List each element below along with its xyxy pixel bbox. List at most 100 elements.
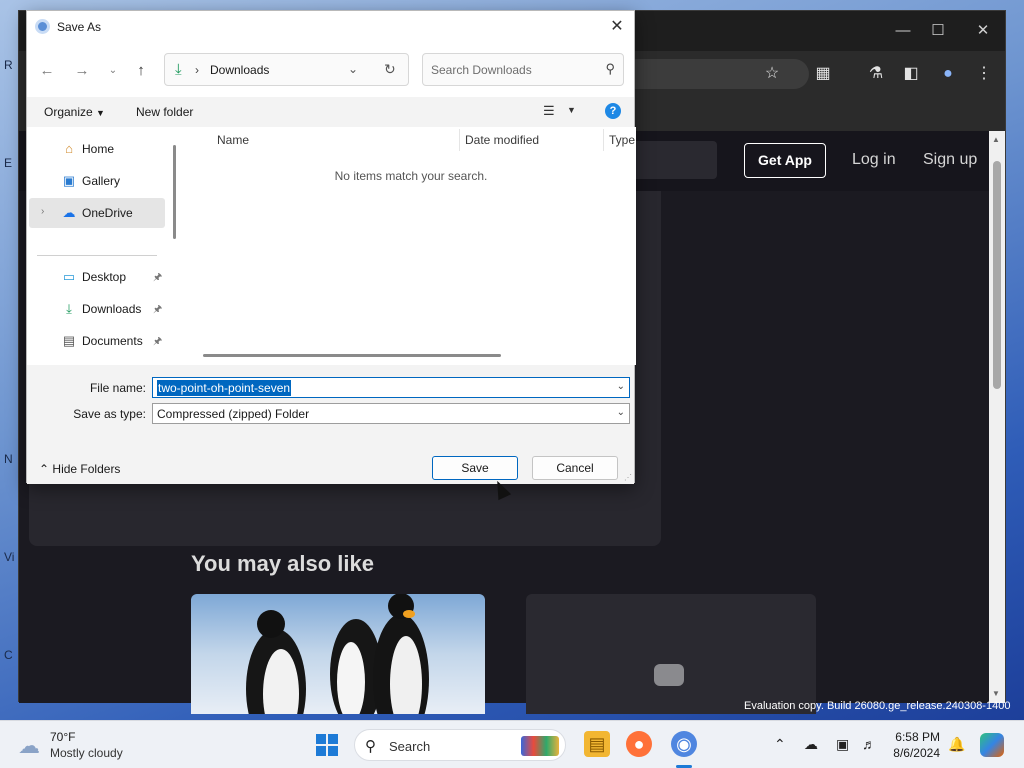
chevron-down-icon[interactable]: ⌄ [348,62,358,76]
pin-icon: 🖈 [153,304,163,315]
nav-item-label: Home [82,142,115,156]
save-form: File name: two-point-oh-point-seven ⌄ Sa… [27,365,634,484]
side-panel-icon[interactable]: ◧ [900,63,922,85]
minimize-icon[interactable]: — [891,19,915,43]
desktop-icon-label: E [4,156,13,170]
nav-item-label: Gallery [82,174,121,188]
search-placeholder: Search Downloads [431,63,532,77]
chevron-down-icon[interactable]: ⌄ [617,407,625,418]
pin-icon: 🖈 [153,272,163,283]
onedrive-tray-icon[interactable]: ☁ [804,736,818,753]
get-app-button[interactable]: Get App [744,143,826,178]
chevron-up-icon: ⌃ [39,462,50,476]
view-options-icon[interactable]: ☰ [543,103,555,119]
network-icon[interactable]: ▣ [836,736,849,753]
nav-item-label: Downloads [82,302,142,316]
file-name-label: File name: [89,381,146,395]
help-icon[interactable]: ? [605,103,621,119]
save-button[interactable]: Save [432,456,518,480]
maximize-icon[interactable]: ☐ [926,19,950,43]
address-location[interactable]: Downloads [210,63,269,77]
more-menu-icon[interactable]: ⋮ [973,63,995,85]
search-icon[interactable]: ⚲ [605,61,615,77]
profile-icon[interactable]: ● [937,63,959,85]
page-scrollbar[interactable]: ▲ ▼ [989,131,1005,703]
nav-item-label: OneDrive [82,206,133,220]
weather-temperature[interactable]: 70°F [50,730,75,744]
notification-bell-icon[interactable]: 🔔 [948,736,965,753]
column-header-date-modified[interactable]: Date modified [465,133,539,159]
save-as-dialog: Save As ✕ ← → ⌄ ↑ ⤓ › Downloads ⌄ ↻ Sear… [26,10,636,484]
chrome-icon [35,19,50,34]
caret-down-icon: ▼ [96,108,105,118]
recent-locations-icon[interactable]: ⌄ [103,61,123,81]
file-name-field[interactable]: two-point-oh-point-seven ⌄ [152,377,630,398]
weather-cloud-icon[interactable]: ☁ [18,733,40,759]
signup-link[interactable]: Sign up [923,151,977,169]
search-input[interactable]: Search Downloads ⚲ [422,53,624,86]
weather-condition[interactable]: Mostly cloudy [50,746,123,760]
nav-item-onedrive[interactable]: › ☁ OneDrive [29,198,165,228]
evaluation-watermark: Evaluation copy. Build 26080.ge_release.… [744,700,1011,712]
save-as-type-select[interactable]: Compressed (zipped) Folder ⌄ [152,403,630,424]
up-arrow-icon[interactable]: ↑ [131,61,151,81]
column-separator[interactable] [459,129,460,151]
chevron-right-icon: › [195,63,199,77]
firefox-icon[interactable]: ● [626,731,652,757]
chevron-up-icon[interactable]: ⌃ [774,736,786,753]
chrome-icon[interactable]: ◉ [671,731,697,757]
hide-folders-button[interactable]: ⌃ Hide Folders [39,462,120,476]
nav-pane-scrollbar[interactable] [173,145,176,239]
organize-button[interactable]: Organize ▼ [44,105,105,119]
address-field[interactable]: ⤓ › Downloads ⌄ ↻ [164,53,409,86]
windows-start-icon[interactable] [316,734,338,756]
search-highlight-image [521,736,559,756]
recommendation-card[interactable] [526,594,816,714]
nav-item-downloads[interactable]: ⤓ Downloads 🖈 [29,294,165,324]
horizontal-scrollbar[interactable] [203,354,501,357]
dialog-body: ⌂ Home ▣ Gallery › ☁ OneDrive ▭ Desktop … [27,127,636,365]
organize-label: Organize [44,105,93,119]
navigation-pane: ⌂ Home ▣ Gallery › ☁ OneDrive ▭ Desktop … [27,127,173,365]
nav-item-home[interactable]: ⌂ Home [29,134,165,164]
column-header-name[interactable]: Name [217,133,249,159]
desktop-icon-label: N [4,452,13,466]
login-link[interactable]: Log in [852,151,896,169]
star-icon[interactable]: ☆ [761,63,783,85]
column-header-type[interactable]: Type [609,133,635,159]
taskbar-search[interactable]: ⚲ Search [354,729,566,761]
file-explorer-icon[interactable]: ▤ [584,731,610,757]
forward-arrow-icon[interactable]: → [72,61,92,81]
refresh-icon[interactable]: ↻ [384,61,396,78]
gamepad-icon [654,664,684,686]
save-as-type-label: Save as type: [73,407,146,421]
scroll-up-icon[interactable]: ▲ [992,135,1000,144]
search-icon: ⚲ [365,738,376,755]
caret-down-icon[interactable]: ▼ [567,105,576,115]
recommendation-card[interactable] [191,594,485,714]
volume-icon[interactable]: ♬ [862,736,876,752]
gallery-icon: ▣ [62,173,76,188]
extensions-icon[interactable]: ▦ [812,63,834,85]
nav-item-desktop[interactable]: ▭ Desktop 🖈 [29,262,165,292]
chevron-right-icon[interactable]: › [41,206,44,217]
resize-grip-icon[interactable]: ⋰ [624,473,632,482]
nav-item-gallery[interactable]: ▣ Gallery [29,166,165,196]
close-icon[interactable]: ✕ [606,16,628,38]
new-folder-button[interactable]: New folder [136,105,193,119]
nav-item-documents[interactable]: ▤ Documents 🖈 [29,326,165,356]
chevron-down-icon[interactable]: ⌄ [617,381,625,392]
labs-icon[interactable]: ⚗ [865,63,887,85]
clock-date[interactable]: 8/6/2024 [892,746,940,760]
copilot-icon[interactable] [980,733,1004,757]
clock-time[interactable]: 6:58 PM [892,730,940,744]
scrollbar-thumb[interactable] [993,161,1001,389]
scroll-down-icon[interactable]: ▼ [992,689,1000,698]
navigation-bar: ← → ⌄ ↑ ⤓ › Downloads ⌄ ↻ Search Downloa… [27,43,634,97]
cancel-button[interactable]: Cancel [532,456,618,480]
back-arrow-icon[interactable]: ← [37,61,57,81]
close-icon[interactable]: ✕ [971,19,995,43]
column-separator[interactable] [603,129,604,151]
file-name-value[interactable]: two-point-oh-point-seven [157,380,292,396]
desktop-icon-label: C [4,648,13,662]
